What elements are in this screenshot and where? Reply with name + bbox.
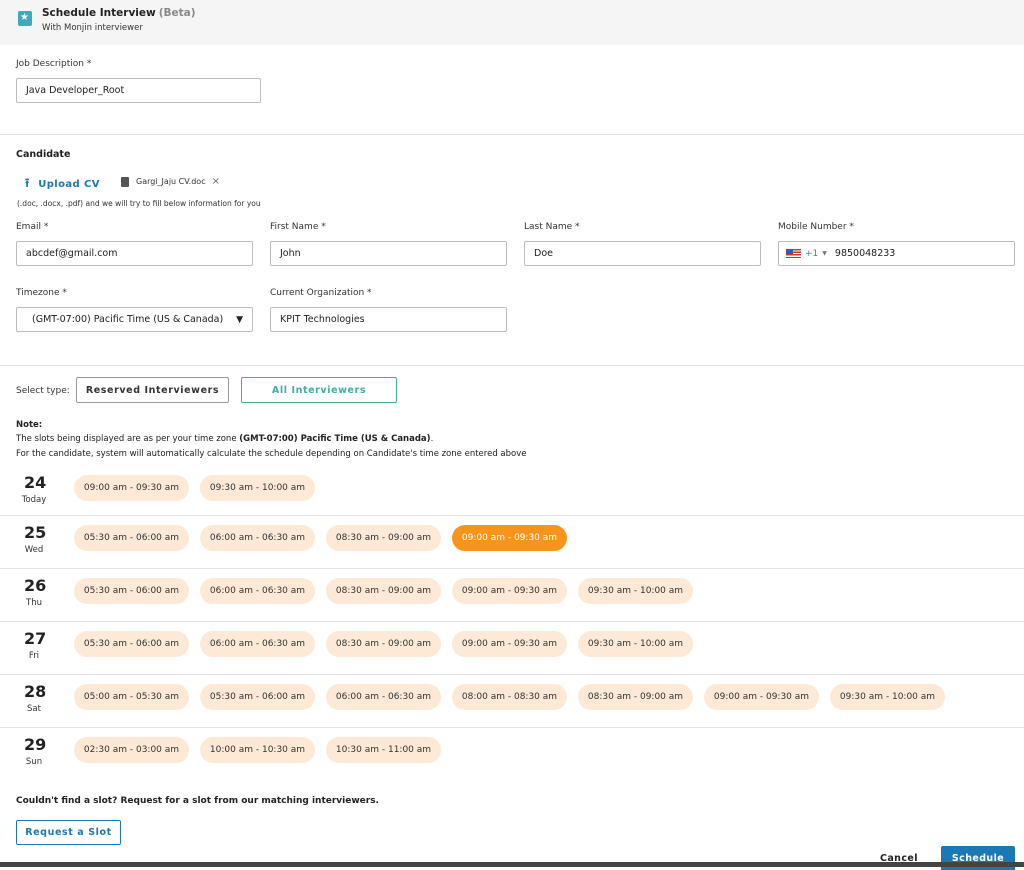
- time-slot[interactable]: 06:00 am - 06:30 am: [200, 578, 315, 604]
- all-interviewers-button[interactable]: All Interviewers: [241, 377, 397, 403]
- chevron-down-icon: ▼: [236, 314, 243, 325]
- day-divider: [0, 674, 1024, 675]
- last-name-field[interactable]: Doe: [524, 241, 761, 266]
- day-number: 25: [24, 523, 47, 542]
- upload-cv-label: Upload CV: [38, 179, 100, 190]
- file-name: Gargi_Jaju CV.doc: [136, 177, 206, 186]
- time-slot[interactable]: 05:30 am - 06:00 am: [200, 684, 315, 710]
- page-subtitle: With Monjin interviewer: [42, 23, 143, 33]
- day-number: 27: [24, 629, 47, 648]
- time-slot[interactable]: 05:30 am - 06:00 am: [74, 525, 189, 551]
- organization-label: Current Organization *: [270, 288, 372, 298]
- note-line-2: For the candidate, system will automatic…: [16, 449, 527, 459]
- timezone-label: Timezone *: [16, 288, 67, 298]
- time-slot[interactable]: 09:00 am - 09:30 am: [452, 631, 567, 657]
- day-name: Sat: [27, 704, 41, 714]
- request-slot-button[interactable]: Request a Slot: [16, 820, 121, 845]
- time-slot[interactable]: 09:00 am - 09:30 am: [452, 578, 567, 604]
- country-dropdown-icon[interactable]: ▼: [822, 250, 827, 257]
- time-slot[interactable]: 08:00 am - 08:30 am: [452, 684, 567, 710]
- divider: [0, 134, 1024, 135]
- upload-hint: (.doc, .docx, .pdf) and we will try to f…: [17, 199, 261, 208]
- us-flag-icon: [786, 249, 801, 258]
- day-name: Fri: [28, 651, 40, 661]
- job-description-label: Job Description *: [16, 59, 92, 69]
- header-bar: Schedule Interview(Beta) With Monjin int…: [0, 0, 1024, 45]
- email-label: Email *: [16, 222, 49, 232]
- day-divider: [0, 727, 1024, 728]
- time-slot[interactable]: 08:30 am - 09:00 am: [326, 525, 441, 551]
- day-number: 28: [24, 682, 47, 701]
- day-number: 24: [24, 473, 47, 492]
- job-description-field[interactable]: Java Developer_Root: [16, 78, 261, 103]
- day-divider: [0, 568, 1024, 569]
- reserved-interviewers-button[interactable]: Reserved Interviewers: [76, 377, 229, 403]
- first-name-field[interactable]: John: [270, 241, 507, 266]
- time-slot[interactable]: 10:00 am - 10:30 am: [200, 737, 315, 763]
- mobile-field[interactable]: +1 ▼ 9850048233: [778, 241, 1015, 266]
- email-field[interactable]: abcdef@gmail.com: [16, 241, 253, 266]
- page-title: Schedule Interview (Beta): [42, 7, 196, 19]
- day-number: 26: [24, 576, 47, 595]
- day-divider: [0, 621, 1024, 622]
- time-slot[interactable]: 08:30 am - 09:00 am: [326, 578, 441, 604]
- time-slot[interactable]: 09:30 am - 10:00 am: [200, 475, 315, 501]
- time-slot[interactable]: 08:30 am - 09:00 am: [578, 684, 693, 710]
- uploaded-file: Gargi_Jaju CV.doc ×: [121, 176, 220, 187]
- upload-cv-button[interactable]: ⭱ Upload CV: [25, 174, 100, 195]
- timezone-value: (GMT-07:00) Pacific Time (US & Canada): [32, 314, 224, 325]
- day-name: Wed: [24, 545, 44, 555]
- mobile-label: Mobile Number *: [778, 222, 854, 232]
- bottom-bar: [0, 862, 1024, 867]
- divider: [0, 365, 1024, 366]
- time-slot[interactable]: 06:00 am - 06:30 am: [200, 631, 315, 657]
- time-slot[interactable]: 05:00 am - 05:30 am: [74, 684, 189, 710]
- time-slot[interactable]: 09:30 am - 10:00 am: [830, 684, 945, 710]
- beta-badge: (Beta): [158, 7, 196, 19]
- select-type-label: Select type:: [16, 386, 70, 396]
- day-name: Thu: [26, 598, 42, 608]
- mobile-number-value: 9850048233: [834, 248, 896, 259]
- country-code[interactable]: +1: [805, 249, 818, 259]
- request-slot-note: Couldn't find a slot? Request for a slot…: [16, 796, 379, 806]
- day-number: 29: [24, 735, 47, 754]
- time-slot[interactable]: 06:00 am - 06:30 am: [326, 684, 441, 710]
- time-slot[interactable]: 05:30 am - 06:00 am: [74, 578, 189, 604]
- time-slot[interactable]: 02:30 am - 03:00 am: [74, 737, 189, 763]
- day-divider: [0, 515, 1024, 516]
- time-slot[interactable]: 09:30 am - 10:00 am: [578, 631, 693, 657]
- candidate-section-title: Candidate: [16, 149, 71, 160]
- day-name: Today: [21, 495, 47, 505]
- time-slot[interactable]: 06:00 am - 06:30 am: [200, 525, 315, 551]
- note-heading: Note:: [16, 420, 43, 430]
- time-slot[interactable]: 09:00 am - 09:30 am: [74, 475, 189, 501]
- first-name-label: First Name *: [270, 222, 326, 232]
- organization-field[interactable]: KPIT Technologies: [270, 307, 507, 332]
- remove-file-icon[interactable]: ×: [212, 176, 220, 187]
- time-slot[interactable]: 08:30 am - 09:00 am: [326, 631, 441, 657]
- time-slot-selected[interactable]: 09:00 am - 09:30 am: [452, 525, 567, 551]
- time-slot[interactable]: 09:00 am - 09:30 am: [704, 684, 819, 710]
- timezone-select[interactable]: (GMT-07:00) Pacific Time (US & Canada) ▼: [16, 307, 253, 332]
- day-name: Sun: [25, 757, 43, 767]
- last-name-label: Last Name *: [524, 222, 580, 232]
- time-slot[interactable]: 09:30 am - 10:00 am: [578, 578, 693, 604]
- star-bookmark-icon: [18, 11, 32, 26]
- upload-arrow-icon: ⭱: [25, 176, 30, 190]
- document-icon: [121, 176, 129, 187]
- note-line-1: The slots being displayed are as per you…: [16, 434, 434, 444]
- time-slot[interactable]: 05:30 am - 06:00 am: [74, 631, 189, 657]
- time-slot[interactable]: 10:30 am - 11:00 am: [326, 737, 441, 763]
